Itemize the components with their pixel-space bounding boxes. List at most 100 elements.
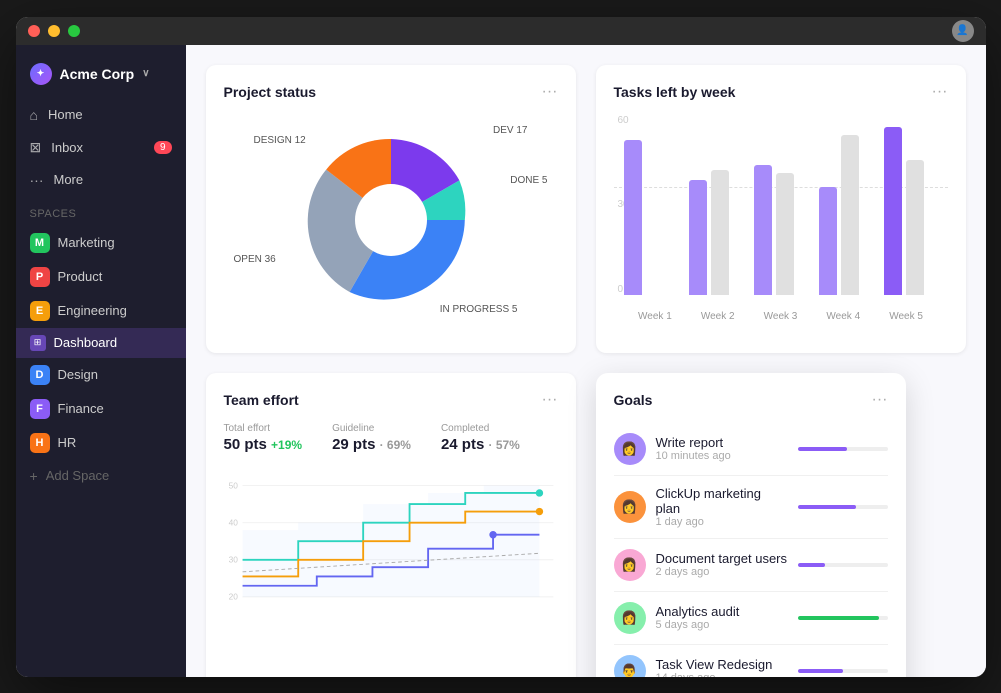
stat-total-effort-label: Total effort: [224, 423, 303, 434]
bar-group-week5: [884, 127, 937, 295]
goal-progress-fill-4: [798, 616, 879, 620]
goal-name-2: ClickUp marketing plan: [656, 486, 788, 516]
goal-progress-fill-1: [798, 447, 848, 451]
svg-text:50: 50: [228, 480, 238, 490]
goal-name-1: Write report: [656, 435, 788, 450]
goals-title: Goals: [614, 392, 653, 408]
stat-guideline-value: 29 pts · 69%: [332, 436, 411, 453]
space-item-engineering[interactable]: E Engineering: [16, 294, 186, 328]
spaces-header: Spaces: [16, 196, 186, 226]
bar-purple-week5: [884, 127, 902, 295]
pie-label-inprogress: IN PROGRESS 5: [440, 304, 518, 315]
bar-purple-week1: [624, 140, 642, 295]
sidebar-item-more[interactable]: ··· More: [16, 164, 186, 196]
close-button[interactable]: [28, 25, 40, 37]
pie-label-done: DONE 5: [510, 175, 547, 186]
project-status-more-button[interactable]: ···: [542, 83, 558, 101]
team-effort-stats: Total effort 50 pts +19% Guideline 29 pt…: [224, 423, 558, 453]
goal-name-3: Document target users: [656, 551, 788, 566]
space-item-design[interactable]: D Design: [16, 358, 186, 392]
space-label: Marketing: [58, 235, 115, 250]
svg-text:40: 40: [228, 517, 238, 527]
space-item-product[interactable]: P Product: [16, 260, 186, 294]
team-effort-more-button[interactable]: ···: [542, 391, 558, 409]
goal-info-2: ClickUp marketing plan 1 day ago: [656, 486, 788, 528]
app-window: 👤 ✦ Acme Corp ∨ ⌂ Home ⊠ Inbox 9 ··· Mor…: [16, 17, 986, 677]
pie-chart: [301, 130, 481, 310]
space-label: Engineering: [58, 303, 127, 318]
tasks-left-card: Tasks left by week ··· 60 30 0: [596, 65, 966, 353]
goal-info-4: Analytics audit 5 days ago: [656, 604, 788, 631]
goal-avatar-3: 👩: [614, 549, 646, 581]
goals-card: Goals ··· 👩 Write report 10 minutes ago: [596, 373, 906, 677]
tasks-left-more-button[interactable]: ···: [932, 83, 948, 101]
pie-label-dev: DEV 17: [493, 125, 527, 136]
workspace-name: Acme Corp: [60, 66, 135, 82]
space-item-marketing[interactable]: M Marketing: [16, 226, 186, 260]
goal-name-4: Analytics audit: [656, 604, 788, 619]
stat-guideline-label: Guideline: [332, 423, 411, 434]
goals-area: Goals ··· 👩 Write report 10 minutes ago: [596, 373, 966, 677]
bar-purple-week2: [689, 180, 707, 295]
bar-gray-week3: [776, 173, 794, 295]
more-icon: ···: [30, 172, 44, 188]
goal-avatar-4: 👩: [614, 602, 646, 634]
space-item-hr[interactable]: H HR: [16, 426, 186, 460]
space-item-finance[interactable]: F Finance: [16, 392, 186, 426]
minimize-button[interactable]: [48, 25, 60, 37]
bar-gray-week2: [711, 170, 729, 295]
goal-info-5: Task View Redesign 14 days ago: [656, 657, 788, 677]
bar-group-week1: [624, 140, 677, 295]
stat-total-effort-value: 50 pts +19%: [224, 436, 303, 453]
maximize-button[interactable]: [68, 25, 80, 37]
add-space-button[interactable]: + Add Space: [16, 460, 186, 492]
week-label-5: Week 5: [889, 311, 923, 322]
chevron-down-icon: ∨: [142, 68, 149, 79]
stat-completed-label: Completed: [441, 423, 520, 434]
team-effort-title: Team effort: [224, 392, 299, 408]
space-icon-finance: F: [30, 399, 50, 419]
goal-name-5: Task View Redesign: [656, 657, 788, 672]
space-icon-engineering: E: [30, 301, 50, 321]
svg-text:30: 30: [228, 554, 238, 564]
stat-completed: Completed 24 pts · 57%: [441, 423, 520, 453]
sidebar-item-label: Inbox: [51, 140, 83, 155]
completed-pts: 24 pts: [441, 436, 484, 453]
bar-gray-week5: [906, 160, 924, 295]
week-label-1: Week 1: [638, 311, 672, 322]
space-icon-design: D: [30, 365, 50, 385]
workspace-selector[interactable]: ✦ Acme Corp ∨: [16, 57, 186, 99]
user-avatar[interactable]: 👤: [952, 20, 974, 42]
space-icon-marketing: M: [30, 233, 50, 253]
total-effort-change: +19%: [271, 438, 302, 452]
goals-header: Goals ···: [614, 391, 888, 409]
space-icon-product: P: [30, 267, 50, 287]
goal-progress-bar-2: [798, 505, 888, 509]
goals-more-button[interactable]: ···: [872, 391, 888, 409]
space-item-dashboard[interactable]: ⊞ Dashboard: [16, 328, 186, 358]
project-status-title: Project status: [224, 84, 317, 100]
guideline-pts: 29 pts: [332, 436, 375, 453]
stat-guideline: Guideline 29 pts · 69%: [332, 423, 411, 453]
bar-purple-week4: [819, 187, 837, 295]
sidebar-item-label: More: [54, 172, 84, 187]
tasks-left-header: Tasks left by week ···: [614, 83, 948, 101]
space-icon-dashboard: ⊞: [30, 335, 46, 351]
bar-chart-container: 60 30 0: [614, 115, 948, 335]
total-effort-pts: 50 pts: [224, 436, 267, 453]
goal-item-clickup: 👩 ClickUp marketing plan 1 day ago: [614, 476, 888, 539]
sidebar-item-home[interactable]: ⌂ Home: [16, 99, 186, 131]
sidebar-item-inbox[interactable]: ⊠ Inbox 9: [16, 131, 186, 164]
pie-chart-container: DEV 17 DONE 5 IN PROGRESS 5 OPEN 36 DESI…: [224, 115, 558, 325]
inbox-badge: 9: [154, 141, 172, 154]
space-label: Finance: [58, 401, 104, 416]
space-label: Product: [58, 269, 103, 284]
bar-gray-week4: [841, 135, 859, 295]
goal-progress-bar-5: [798, 669, 888, 673]
goal-progress-fill-5: [798, 669, 843, 673]
space-label: Design: [58, 367, 98, 382]
bar-week-labels: Week 1 Week 2 Week 3 Week 4 Week 5: [614, 305, 948, 322]
goal-time-4: 5 days ago: [656, 619, 788, 631]
guideline-change: · 69%: [380, 438, 411, 452]
week-label-3: Week 3: [764, 311, 798, 322]
